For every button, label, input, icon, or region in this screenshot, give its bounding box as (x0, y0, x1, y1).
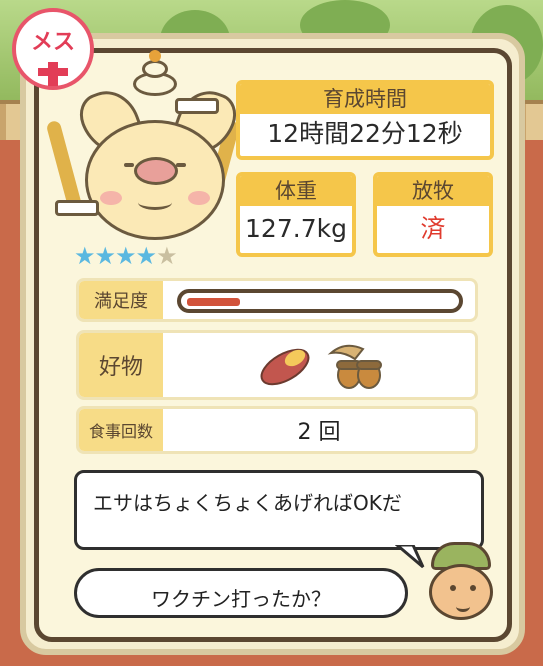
weight-label: 体重 (240, 176, 352, 206)
pig-eye-right (176, 163, 186, 167)
farmer-mouth (456, 601, 470, 612)
meal-count-row: 食事回数 2 回 (76, 406, 478, 454)
grazing-label: 放牧 (377, 176, 489, 206)
star-filled-icon: ★ (94, 242, 116, 270)
pig-face (85, 120, 225, 240)
favorites-row: 好物 (76, 330, 478, 400)
farmer-face (429, 564, 493, 620)
grazing-box: 放牧 済 (373, 172, 493, 257)
speech-bubble-tail-icon (395, 545, 425, 569)
satisfaction-bar-fill (187, 298, 240, 306)
dialogue-line-2: ワクチン打ったか？ (151, 587, 331, 611)
dialogue-line-1: エサはちょくちょくあげればOKだ (93, 491, 402, 515)
satisfaction-label: 満足度 (79, 281, 163, 319)
farmer-eye-right (470, 585, 476, 591)
star-filled-icon: ★ (115, 242, 136, 270)
satisfaction-bar (177, 289, 463, 313)
meal-count-value: 2 回 (297, 420, 341, 445)
star-empty-icon: ★ (156, 242, 177, 270)
meal-count-label: 食事回数 (79, 409, 163, 451)
pig-cheek-right (188, 191, 210, 205)
growth-time-value: 12時間22分12秒 (267, 119, 463, 148)
weight-box: 体重 127.7kg (236, 172, 356, 257)
kagami-mochi-icon (133, 50, 177, 98)
pig-portrait[interactable] (45, 50, 243, 245)
farmer-avatar (425, 542, 497, 622)
star-rating: ★★★★★ (74, 242, 178, 270)
ribbon-tag-icon (175, 98, 219, 114)
pig-snout (134, 157, 178, 185)
star-filled-icon: ★ (74, 242, 95, 270)
ribbon-tag-icon (55, 200, 99, 216)
weight-value: 127.7kg (245, 214, 347, 243)
star-filled-icon: ★ (135, 242, 157, 270)
speech-bubble-main[interactable]: エサはちょくちょくあげればOKだ (74, 470, 484, 550)
satisfaction-row: 満足度 (76, 278, 478, 322)
sweet-potato-icon (260, 348, 310, 386)
growth-time-label: 育成時間 (240, 84, 490, 114)
grazing-value: 済 (420, 214, 446, 243)
pig-eye-left (124, 163, 134, 167)
pig-cheek-left (100, 191, 122, 205)
growth-time-box: 育成時間 12時間22分12秒 (236, 80, 494, 160)
farmer-eye-left (450, 585, 456, 591)
pig-mouth (138, 195, 172, 210)
favorites-label: 好物 (79, 333, 163, 397)
speech-bubble-secondary[interactable]: ワクチン打ったか？ (74, 568, 408, 618)
acorn-icon (327, 344, 382, 389)
